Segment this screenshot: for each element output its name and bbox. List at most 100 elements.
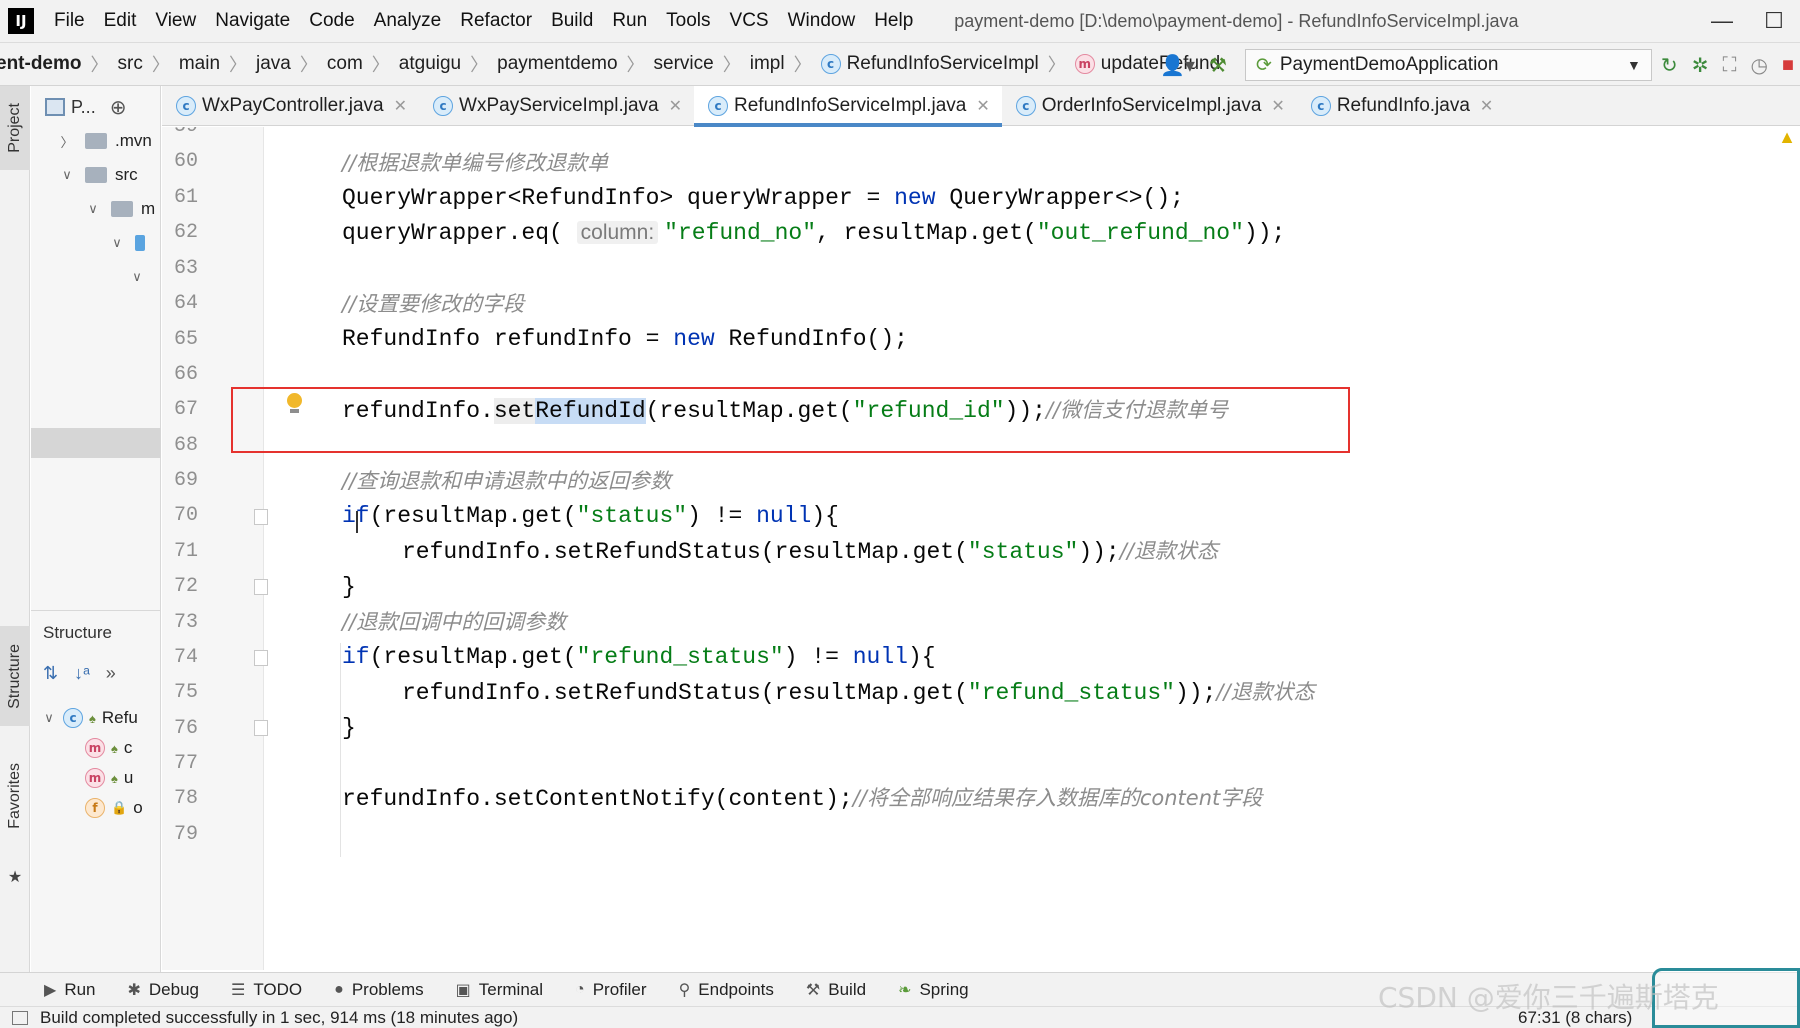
chevron-down-icon[interactable]: ∨ bbox=[59, 167, 75, 183]
code-line-69: //查询退款和申请退款中的返回参数 bbox=[342, 464, 671, 498]
more-actions-icon[interactable]: » bbox=[106, 663, 116, 684]
menu-tools[interactable]: Tools bbox=[666, 10, 710, 32]
breadcrumb-impl[interactable]: impl bbox=[750, 53, 785, 75]
menu-run[interactable]: Run bbox=[612, 10, 647, 32]
menu-refactor[interactable]: Refactor bbox=[460, 10, 532, 32]
tree-item-mvn[interactable]: 〉 .mvn bbox=[59, 124, 151, 158]
breadcrumb-main[interactable]: main bbox=[179, 53, 220, 75]
menu-items: File Edit View Navigate Code Analyze Ref… bbox=[54, 10, 932, 32]
close-icon[interactable]: ✕ bbox=[1480, 96, 1493, 116]
code-line-75: refundInfo.setRefundStatus(resultMap.get… bbox=[402, 675, 1315, 709]
close-icon[interactable]: ✕ bbox=[394, 96, 407, 116]
menu-code[interactable]: Code bbox=[309, 10, 354, 32]
menu-analyze[interactable]: Analyze bbox=[374, 10, 442, 32]
menu-window[interactable]: Window bbox=[788, 10, 856, 32]
spring-icon: ❧ bbox=[898, 981, 912, 999]
menu-view[interactable]: View bbox=[155, 10, 196, 32]
code-text: ){ bbox=[811, 503, 839, 529]
chevron-down-icon[interactable]: ∨ bbox=[109, 235, 125, 251]
profiler-tool-button[interactable]: ◔ Profiler bbox=[575, 980, 647, 1000]
run-actions: ↻ ✲ ⛶ ◷ ■ bbox=[1647, 43, 1800, 85]
structure-item-field[interactable]: f 🔒 o bbox=[85, 793, 143, 823]
menu-edit[interactable]: Edit bbox=[104, 10, 137, 32]
tree-item-main[interactable]: ∨ m bbox=[85, 192, 155, 226]
tool-label: Spring bbox=[919, 979, 969, 999]
code-string: "refund_status" bbox=[967, 680, 1175, 706]
breadcrumb-atguigu[interactable]: atguigu bbox=[399, 53, 461, 75]
chevron-down-icon[interactable]: ∨ bbox=[129, 269, 145, 285]
coverage-icon[interactable]: ⛶ bbox=[1722, 54, 1736, 77]
menu-vcs[interactable]: VCS bbox=[730, 10, 769, 32]
todo-tool-button[interactable]: ☰ TODO bbox=[231, 980, 302, 1000]
menu-navigate[interactable]: Navigate bbox=[215, 10, 290, 32]
close-icon[interactable]: ✕ bbox=[976, 96, 989, 116]
code-editor[interactable]: 59 60 61 62 63 64 65 66 67 68 69 70 71 7… bbox=[162, 127, 1800, 970]
stop-icon[interactable]: ■ bbox=[1782, 54, 1794, 77]
tab-orderinfoserviceimpl[interactable]: c OrderInfoServiceImpl.java ✕ bbox=[1002, 86, 1297, 126]
breadcrumb-separator: 〉 bbox=[722, 55, 741, 75]
profiler-icon[interactable]: ◷ bbox=[1750, 53, 1767, 78]
spring-tool-button[interactable]: ❧ Spring bbox=[898, 980, 969, 1000]
tree-item-collapsed[interactable]: ∨ bbox=[129, 260, 155, 294]
user-icon[interactable]: 👤▾ bbox=[1160, 53, 1195, 78]
breadcrumb-paymentdemo[interactable]: paymentdemo bbox=[497, 53, 617, 75]
terminal-tool-button[interactable]: ▣ Terminal bbox=[456, 980, 543, 1000]
rerun-icon[interactable]: ↻ bbox=[1661, 53, 1678, 78]
run-tool-button[interactable]: ▶ Run bbox=[44, 980, 96, 1000]
sort-by-visibility-icon[interactable]: ⇅ bbox=[43, 663, 58, 684]
debug-tool-button[interactable]: ✱ Debug bbox=[128, 980, 200, 1000]
tool-label: Profiler bbox=[592, 979, 647, 999]
breadcrumb-com[interactable]: com bbox=[327, 53, 363, 75]
chevron-down-icon[interactable]: ∨ bbox=[85, 201, 101, 217]
debug-icon[interactable]: ✲ bbox=[1692, 53, 1709, 78]
menu-build[interactable]: Build bbox=[551, 10, 593, 32]
breadcrumb-src[interactable]: src bbox=[118, 53, 143, 75]
maximize-button[interactable]: ☐ bbox=[1748, 8, 1800, 34]
breadcrumb-java[interactable]: java bbox=[256, 53, 291, 75]
intellij-logo-icon: IJ bbox=[8, 8, 34, 34]
menu-file[interactable]: File bbox=[54, 10, 85, 32]
code-text: ) != bbox=[687, 503, 757, 529]
code-line-62: queryWrapper.eq( column: "refund_no", res… bbox=[342, 216, 1285, 250]
chevron-right-icon[interactable]: 〉 bbox=[59, 132, 75, 151]
chevron-down-icon[interactable]: ∨ bbox=[41, 710, 57, 726]
tab-wxpayserviceimpl[interactable]: c WxPayServiceImpl.java ✕ bbox=[419, 86, 694, 126]
endpoints-tool-button[interactable]: ⚲ Endpoints bbox=[679, 980, 774, 1000]
tab-refundinfo[interactable]: c RefundInfo.java ✕ bbox=[1297, 86, 1506, 126]
text-cursor bbox=[356, 511, 364, 533]
code-area[interactable]: //根据退款单编号修改退款单 QueryWrapper<RefundInfo> … bbox=[162, 127, 1800, 970]
tree-item-java[interactable]: ∨ bbox=[109, 226, 153, 260]
project-tool-button[interactable]: Project bbox=[0, 86, 30, 170]
run-configuration-dropdown[interactable]: ⟳ PaymentDemoApplication ▼ bbox=[1244, 49, 1652, 81]
warning-icon[interactable]: ▲ bbox=[1778, 127, 1796, 148]
structure-item-method[interactable]: m ♠ u bbox=[85, 763, 133, 793]
tab-refundinfoserviceimpl[interactable]: c RefundInfoServiceImpl.java ✕ bbox=[694, 86, 1002, 127]
problems-tool-button[interactable]: ● Problems bbox=[334, 980, 423, 1000]
build-tool-button[interactable]: ⚒ Build bbox=[806, 980, 866, 1000]
code-text: RefundInfo(); bbox=[714, 326, 908, 352]
locate-target-icon[interactable]: ⊕ bbox=[110, 95, 127, 120]
breadcrumb-project[interactable]: ent-demo bbox=[0, 53, 82, 75]
code-keyword: new bbox=[673, 326, 715, 352]
structure-item-class[interactable]: ∨ c ♠ Refu bbox=[41, 703, 138, 733]
minimize-button[interactable]: — bbox=[1696, 8, 1748, 34]
close-icon[interactable]: ✕ bbox=[1271, 96, 1284, 116]
close-icon[interactable]: ✕ bbox=[669, 96, 682, 116]
menu-help[interactable]: Help bbox=[874, 10, 913, 32]
structure-toolbar: ⇅ ↓ᵃ » bbox=[43, 663, 132, 684]
tool-label: TODO bbox=[253, 979, 303, 999]
tree-item-src[interactable]: ∨ src bbox=[59, 158, 137, 192]
project-view-selector[interactable]: P... bbox=[71, 97, 96, 118]
tab-wxpaycontroller[interactable]: c WxPayController.java ✕ bbox=[162, 86, 419, 126]
code-line-61: QueryWrapper<RefundInfo> queryWrapper = … bbox=[342, 181, 1184, 215]
public-icon: ♠ bbox=[111, 770, 118, 786]
project-tool-label: Project bbox=[6, 103, 23, 153]
build-hammer-icon[interactable]: ⚒ bbox=[1209, 53, 1227, 78]
structure-item-method[interactable]: m ♠ c bbox=[85, 733, 132, 763]
favorites-tool-button[interactable]: Favorites bbox=[0, 746, 30, 846]
tool-windows-toggle-icon[interactable] bbox=[12, 1010, 28, 1025]
breadcrumb-service[interactable]: service bbox=[654, 53, 714, 75]
sort-alphabetically-icon[interactable]: ↓ᵃ bbox=[74, 663, 90, 684]
structure-tool-button[interactable]: Structure bbox=[0, 626, 30, 726]
breadcrumb-class[interactable]: c RefundInfoServiceImpl bbox=[820, 53, 1039, 75]
